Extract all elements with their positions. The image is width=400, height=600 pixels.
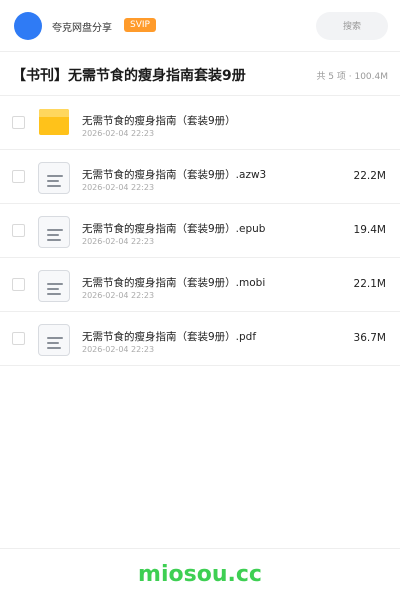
file-date: 2026-02-04 22:23 [82, 345, 155, 354]
file-name[interactable]: 无需节食的瘦身指南（套装9册）.epub [82, 221, 265, 236]
share-summary: 共 5 项 · 100.4M [316, 72, 388, 82]
file-size: 19.4M [353, 224, 386, 236]
file-date: 2026-02-04 22:23 [82, 237, 155, 246]
file-date: 2026-02-04 22:23 [82, 291, 155, 300]
watermark: miosou.cc [138, 562, 262, 587]
row-checkbox[interactable] [12, 332, 25, 345]
row-checkbox[interactable] [12, 116, 25, 129]
share-title-bar: 【书刊】无需节食的瘦身指南套装9册 共 5 项 · 100.4M [0, 52, 400, 96]
avatar[interactable] [14, 12, 42, 40]
document-icon [38, 162, 70, 194]
footer: miosou.cc [0, 548, 400, 600]
svip-badge: SVIP [124, 18, 156, 32]
top-header: 夸克网盘分享 SVIP 搜索 [0, 0, 400, 52]
file-row-folder[interactable]: 无需节食的瘦身指南（套装9册） 2026-02-04 22:23 [0, 96, 400, 150]
document-icon [38, 270, 70, 302]
file-date: 2026-02-04 22:23 [82, 129, 155, 138]
file-list: 无需节食的瘦身指南（套装9册） 2026-02-04 22:23 无需节食的瘦身… [0, 96, 400, 366]
search-button[interactable]: 搜索 [316, 12, 388, 40]
file-name[interactable]: 无需节食的瘦身指南（套装9册）.mobi [82, 275, 265, 290]
document-icon [38, 324, 70, 356]
file-size: 22.1M [353, 278, 386, 290]
document-icon [38, 216, 70, 248]
file-row-mobi[interactable]: 无需节食的瘦身指南（套装9册）.mobi 2026-02-04 22:23 22… [0, 258, 400, 312]
file-name[interactable]: 无需节食的瘦身指南（套装9册） [82, 113, 236, 128]
row-checkbox[interactable] [12, 224, 25, 237]
file-row-pdf[interactable]: 无需节食的瘦身指南（套装9册）.pdf 2026-02-04 22:23 36.… [0, 312, 400, 366]
app-name: 夸克网盘分享 [52, 23, 112, 34]
file-name[interactable]: 无需节食的瘦身指南（套装9册）.azw3 [82, 167, 266, 182]
file-date: 2026-02-04 22:23 [82, 183, 155, 192]
file-row-epub[interactable]: 无需节食的瘦身指南（套装9册）.epub 2026-02-04 22:23 19… [0, 204, 400, 258]
folder-icon [38, 108, 70, 140]
page-title: 【书刊】无需节食的瘦身指南套装9册 [12, 68, 246, 84]
row-checkbox[interactable] [12, 170, 25, 183]
file-row-azw3[interactable]: 无需节食的瘦身指南（套装9册）.azw3 2026-02-04 22:23 22… [0, 150, 400, 204]
file-size: 22.2M [353, 170, 386, 182]
file-size: 36.7M [353, 332, 386, 344]
file-name[interactable]: 无需节食的瘦身指南（套装9册）.pdf [82, 329, 256, 344]
row-checkbox[interactable] [12, 278, 25, 291]
